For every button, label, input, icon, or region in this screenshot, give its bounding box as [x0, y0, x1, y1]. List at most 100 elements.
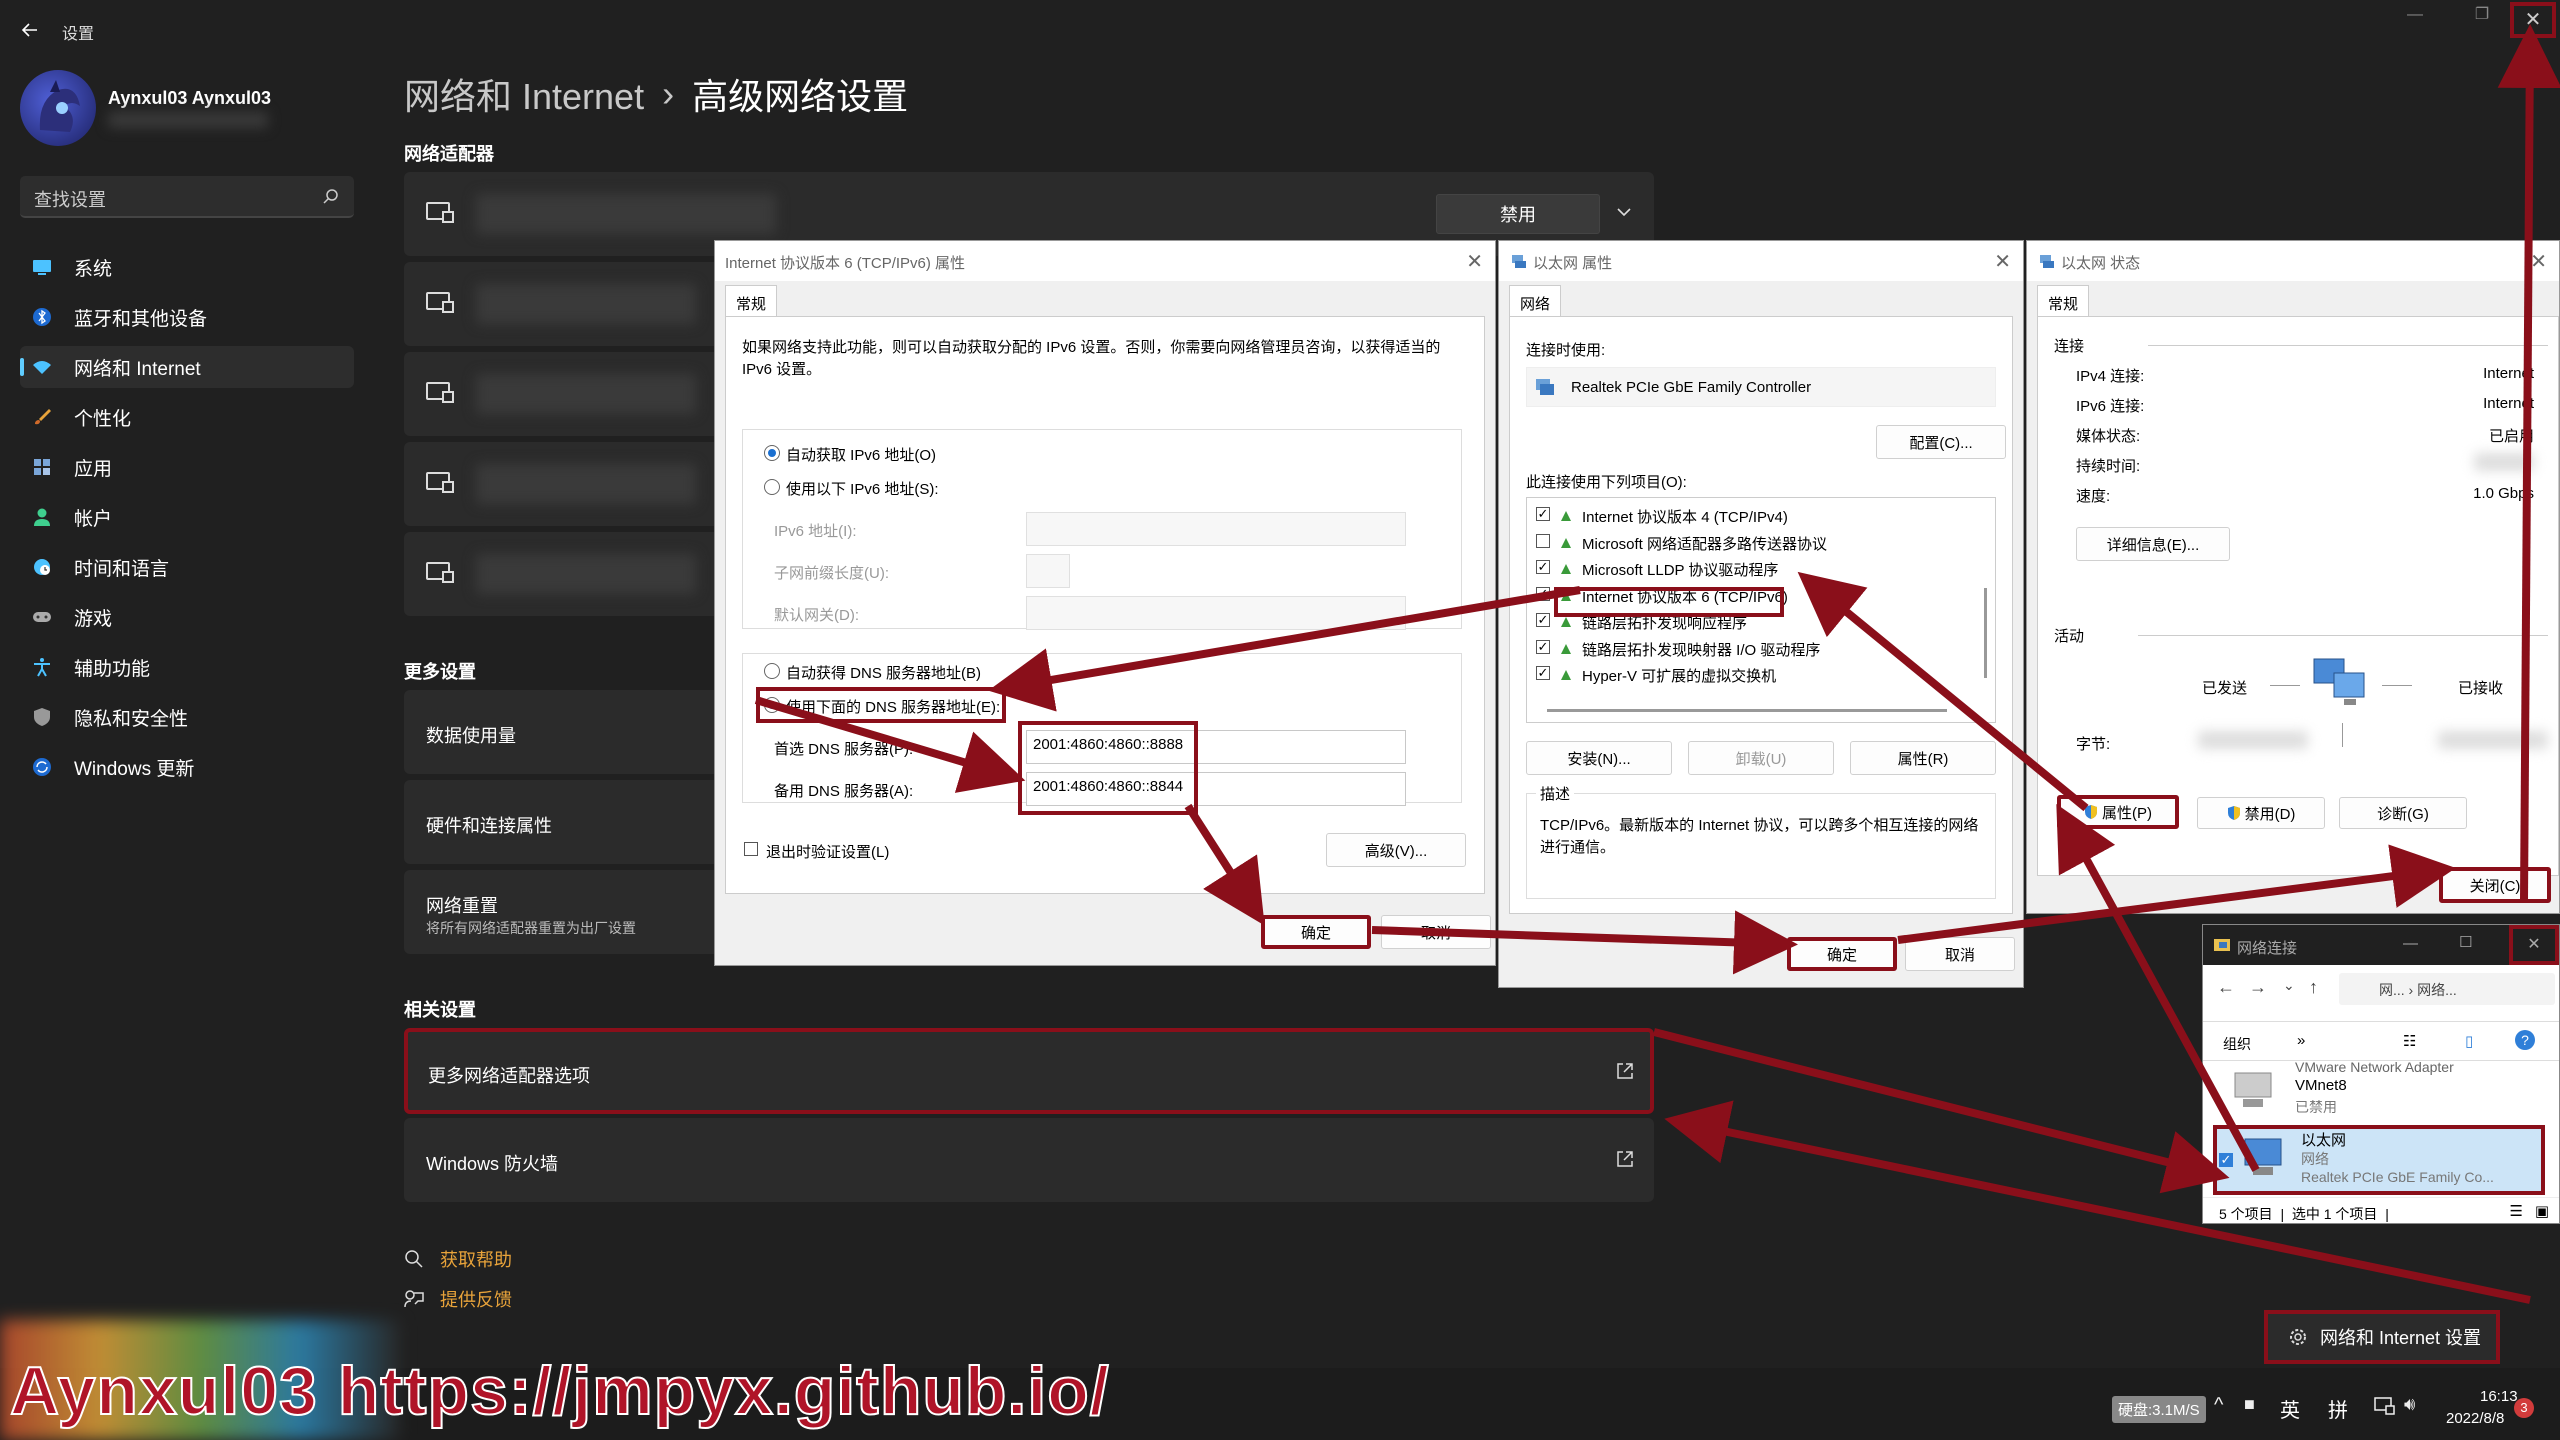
gateway-field[interactable]: [1026, 596, 1406, 630]
manual-dns-radio[interactable]: [764, 697, 780, 713]
disable-button[interactable]: 禁用: [1436, 194, 1600, 234]
up-icon[interactable]: ↑: [2309, 977, 2318, 998]
maximize-button[interactable]: ❐: [2462, 4, 2502, 32]
get-help-label[interactable]: 获取帮助: [440, 1246, 512, 1272]
avatar[interactable]: [20, 70, 96, 146]
network-tray-icon[interactable]: [2374, 1396, 2396, 1422]
connection-item-vmnet8[interactable]: VMware Network Adapter VMnet8 已禁用: [2213, 1059, 2543, 1121]
volume-icon[interactable]: 🔊︎: [2404, 1394, 2415, 1415]
close-dialog-button[interactable]: 关闭(C): [2439, 867, 2551, 903]
close-button[interactable]: ✕: [2510, 2, 2556, 38]
search-icon[interactable]: [322, 188, 340, 206]
address-bar[interactable]: 网... › 网络...: [2339, 973, 2555, 1005]
chevron-down-icon[interactable]: ⌄: [2283, 977, 2295, 994]
prefix-length-field[interactable]: [1026, 554, 1070, 588]
auto-dns-label[interactable]: 自动获得 DNS 服务器地址(B): [786, 662, 981, 683]
list-hscrollbar[interactable]: [1547, 709, 1947, 712]
clock-date[interactable]: 2022/8/8: [2446, 1410, 2504, 1427]
back-arrow-icon[interactable]: [20, 20, 40, 40]
list-scrollbar[interactable]: [1984, 588, 1987, 678]
clock-time[interactable]: 16:13: [2480, 1388, 2518, 1405]
organize-button[interactable]: 组织: [2223, 1034, 2251, 1054]
sidebar-item-bluetooth[interactable]: 蓝牙和其他设备: [20, 296, 354, 338]
large-icons-view-icon[interactable]: ▣: [2535, 1202, 2549, 1220]
component-checkbox[interactable]: ✓: [1536, 507, 1550, 521]
chevron-down-icon[interactable]: [1616, 206, 1632, 218]
component-checkbox[interactable]: ✓: [1536, 666, 1550, 680]
manual-dns-label[interactable]: 使用下面的 DNS 服务器地址(E):: [786, 696, 1000, 717]
cancel-button[interactable]: 取消: [1381, 915, 1491, 949]
data-usage-item[interactable]: 数据使用量: [404, 690, 724, 774]
close-icon[interactable]: ✕: [1466, 249, 1483, 274]
configure-button[interactable]: 配置(C)...: [1876, 425, 2006, 459]
component-item[interactable]: ✓ 链路层拓扑发现映射器 I/O 驱动程序: [1534, 636, 1974, 660]
close-button[interactable]: ✕: [2509, 925, 2559, 965]
ipv6-address-field[interactable]: [1026, 512, 1406, 546]
help-icon[interactable]: ?: [2515, 1030, 2535, 1050]
breadcrumb-parent[interactable]: 网络和 Internet: [404, 68, 644, 120]
search-box[interactable]: 查找设置: [20, 176, 354, 218]
tab-networking[interactable]: 网络: [1509, 285, 1562, 317]
component-item[interactable]: ✓ Hyper-V 可扩展的虚拟交换机: [1534, 662, 1974, 686]
connection-item-ethernet[interactable]: ✓ 以太网 网络 Realtek PCIe GbE Family Co...: [2213, 1125, 2545, 1195]
sidebar-item-apps[interactable]: 应用: [20, 446, 354, 488]
hardware-properties-item[interactable]: 硬件和连接属性: [404, 780, 724, 864]
component-checkbox[interactable]: ✓: [1536, 639, 1550, 654]
manual-ipv6-radio[interactable]: [764, 479, 780, 495]
tab-general[interactable]: 常规: [2037, 285, 2090, 317]
validate-checkbox[interactable]: [744, 842, 758, 856]
adapter-card[interactable]: [404, 532, 724, 616]
install-button[interactable]: 安装(N)...: [1526, 741, 1672, 775]
minimize-button[interactable]: —: [2395, 6, 2435, 34]
ime-mode[interactable]: 拼: [2328, 1394, 2348, 1423]
tab-general[interactable]: 常规: [725, 285, 778, 317]
adapter-card[interactable]: [404, 352, 724, 436]
disable-button[interactable]: 禁用(D): [2197, 797, 2325, 829]
maximize-button[interactable]: ☐: [2459, 933, 2472, 951]
pin-icon[interactable]: ■: [2244, 1394, 2255, 1415]
component-checkbox[interactable]: [1536, 533, 1550, 548]
component-item[interactable]: Microsoft 网络适配器多路传送器协议: [1534, 530, 1974, 554]
details-view-icon[interactable]: ☰: [2510, 1202, 2523, 1220]
sidebar-item-accounts[interactable]: 帐户: [20, 496, 354, 538]
search-input[interactable]: 查找设置: [34, 186, 106, 212]
auto-ipv6-radio[interactable]: [764, 445, 780, 461]
sidebar-item-windows-update[interactable]: Windows 更新: [20, 746, 354, 788]
sidebar-item-personalization[interactable]: 个性化: [20, 396, 354, 438]
validate-label[interactable]: 退出时验证设置(L): [766, 841, 889, 862]
cancel-button[interactable]: 取消: [1905, 937, 2015, 971]
notification-badge[interactable]: 3: [2514, 1398, 2534, 1418]
diagnose-button[interactable]: 诊断(G): [2339, 797, 2467, 829]
network-reset-item[interactable]: 网络重置 将所有网络适配器重置为出厂设置: [404, 870, 724, 954]
network-settings-popup[interactable]: 网络和 Internet 设置: [2264, 1310, 2500, 1364]
sidebar-item-time-language[interactable]: 时间和语言: [20, 546, 354, 588]
component-checkbox[interactable]: ✓: [1536, 586, 1550, 601]
minimize-button[interactable]: —: [2403, 935, 2418, 952]
more-adapter-options-item[interactable]: 更多网络适配器选项: [404, 1028, 1654, 1114]
sidebar-item-privacy[interactable]: 隐私和安全性: [20, 696, 354, 738]
sidebar-item-accessibility[interactable]: 辅助功能: [20, 646, 354, 688]
close-icon[interactable]: ✕: [2530, 249, 2547, 274]
component-checkbox[interactable]: ✓: [1536, 613, 1550, 627]
component-item[interactable]: ✓ Internet 协议版本 4 (TCP/IPv4): [1534, 503, 1974, 527]
sidebar-item-system[interactable]: 系统: [20, 246, 354, 288]
more-button[interactable]: »: [2297, 1032, 2305, 1049]
sidebar-item-gaming[interactable]: 游戏: [20, 596, 354, 638]
adapter-card[interactable]: [404, 262, 724, 346]
get-help-link[interactable]: 获取帮助: [404, 1246, 512, 1272]
adapter-card[interactable]: [404, 442, 724, 526]
auto-ipv6-label[interactable]: 自动获取 IPv6 地址(O): [786, 444, 936, 465]
component-checkbox[interactable]: ✓: [1536, 560, 1550, 574]
item-checkbox[interactable]: ✓: [2219, 1153, 2233, 1167]
forward-icon[interactable]: →: [2249, 977, 2267, 998]
ime-language[interactable]: 英: [2280, 1394, 2300, 1423]
view-icon[interactable]: ☷: [2403, 1032, 2416, 1050]
feedback-label[interactable]: 提供反馈: [440, 1286, 512, 1312]
properties-button[interactable]: 属性(P): [2057, 795, 2179, 829]
properties-button[interactable]: 属性(R): [1850, 741, 1996, 775]
details-button[interactable]: 详细信息(E)...: [2076, 527, 2230, 561]
component-item[interactable]: ✓ Microsoft LLDP 协议驱动程序: [1534, 556, 1974, 580]
preview-pane-icon[interactable]: ▯: [2465, 1032, 2473, 1050]
close-icon[interactable]: ✕: [1994, 249, 2011, 274]
back-icon[interactable]: ←: [2217, 977, 2235, 998]
